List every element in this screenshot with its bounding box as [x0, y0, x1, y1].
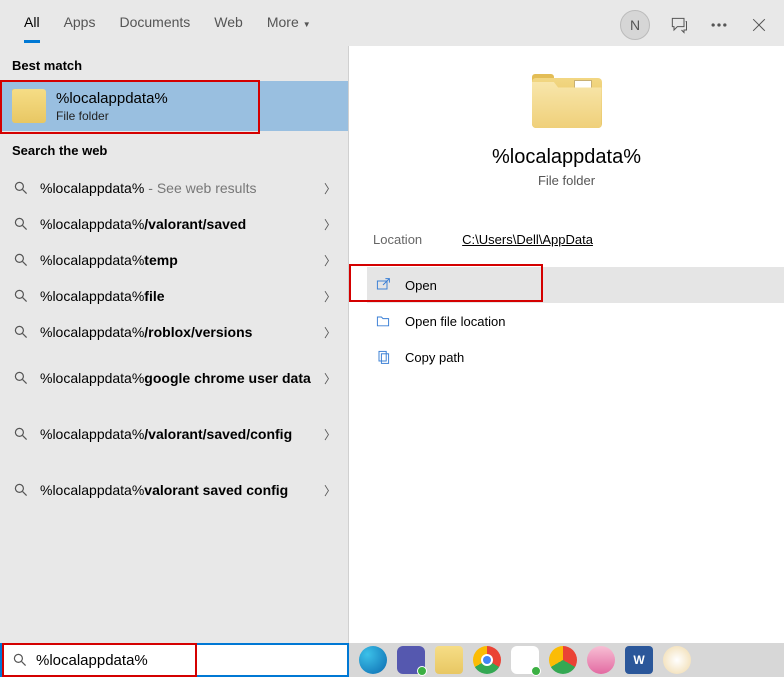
search-icon: [12, 370, 30, 386]
web-results-list: %localappdata% - See web results 〉 %loca…: [0, 166, 348, 518]
web-result[interactable]: %localappdata%/roblox/versions 〉: [0, 314, 348, 350]
best-match-label: Best match: [0, 46, 348, 81]
top-tabs: All Apps Documents Web More ▼: [10, 0, 311, 43]
web-result[interactable]: %localappdata% temp 〉: [0, 242, 348, 278]
best-match-title: %localappdata%: [56, 90, 168, 107]
header-bar: All Apps Documents Web More ▼ N: [0, 0, 784, 46]
feedback-icon[interactable]: [668, 14, 690, 36]
tab-all[interactable]: All: [24, 14, 40, 43]
taskbar-app-icon[interactable]: [587, 646, 615, 674]
chevron-right-icon: 〉: [324, 426, 336, 443]
chevron-right-icon: 〉: [324, 252, 336, 269]
tab-more-label: More: [267, 14, 299, 30]
action-open-label: Open: [405, 278, 437, 293]
chevron-right-icon: 〉: [324, 288, 336, 305]
preview-actions: Open Open file location Copy path: [349, 267, 784, 375]
chevron-right-icon: 〉: [324, 324, 336, 341]
avatar[interactable]: N: [620, 10, 650, 40]
action-copy-path[interactable]: Copy path: [367, 339, 784, 375]
folder-icon-large: [532, 74, 602, 128]
preview-panel: %localappdata% File folder Location C:\U…: [349, 46, 784, 643]
search-icon: [12, 652, 28, 668]
tab-apps[interactable]: Apps: [64, 14, 96, 43]
taskbar-chrome-icon[interactable]: [473, 646, 501, 674]
web-result[interactable]: %localappdata% - See web results 〉: [0, 170, 348, 206]
chevron-right-icon: 〉: [324, 216, 336, 233]
location-row: Location C:\Users\Dell\AppData: [349, 198, 784, 267]
web-result[interactable]: %localappdata%/valorant/saved 〉: [0, 206, 348, 242]
preview-header: %localappdata% File folder: [349, 46, 784, 198]
action-open-location[interactable]: Open file location: [367, 303, 784, 339]
search-icon: [12, 426, 30, 442]
search-box[interactable]: [0, 643, 349, 677]
tab-more[interactable]: More ▼: [267, 14, 311, 43]
search-icon: [12, 482, 30, 498]
chevron-right-icon: 〉: [324, 370, 336, 387]
folder-open-icon: [375, 313, 391, 329]
search-icon: [12, 324, 30, 340]
action-open-location-label: Open file location: [405, 314, 505, 329]
preview-title: %localappdata%: [492, 146, 641, 169]
location-label: Location: [373, 232, 422, 247]
taskbar: W: [349, 643, 784, 677]
taskbar-slack-icon[interactable]: [511, 646, 539, 674]
chevron-right-icon: 〉: [324, 180, 336, 197]
preview-subtitle: File folder: [538, 173, 595, 188]
taskbar-word-icon[interactable]: W: [625, 646, 653, 674]
taskbar-chrome-beta-icon[interactable]: [549, 646, 577, 674]
header-right: N: [620, 10, 770, 40]
search-icon: [12, 252, 30, 268]
close-icon[interactable]: [748, 14, 770, 36]
search-web-label: Search the web: [0, 131, 348, 166]
web-result[interactable]: %localappdata% file 〉: [0, 278, 348, 314]
search-icon: [12, 216, 30, 232]
open-icon: [375, 277, 391, 293]
more-options-icon[interactable]: [708, 14, 730, 36]
main-split: Best match %localappdata% File folder Se…: [0, 46, 784, 643]
tab-documents[interactable]: Documents: [119, 14, 190, 43]
web-result[interactable]: %localappdata% valorant saved config 〉: [0, 462, 348, 518]
action-copy-path-label: Copy path: [405, 350, 464, 365]
tab-web[interactable]: Web: [214, 14, 243, 43]
bottom-bar: W: [0, 643, 784, 677]
taskbar-paint-icon[interactable]: [663, 646, 691, 674]
chevron-down-icon: ▼: [303, 20, 311, 29]
action-open[interactable]: Open: [367, 267, 784, 303]
results-panel: Best match %localappdata% File folder Se…: [0, 46, 349, 643]
web-result[interactable]: %localappdata% google chrome user data 〉: [0, 350, 348, 406]
chevron-right-icon: 〉: [324, 482, 336, 499]
copy-icon: [375, 349, 391, 365]
taskbar-edge-icon[interactable]: [359, 646, 387, 674]
search-input[interactable]: [36, 652, 337, 669]
search-icon: [12, 288, 30, 304]
web-result[interactable]: %localappdata%/valorant/saved/config 〉: [0, 406, 348, 462]
best-match-result[interactable]: %localappdata% File folder: [0, 81, 348, 131]
location-link[interactable]: C:\Users\Dell\AppData: [462, 232, 593, 247]
search-icon: [12, 180, 30, 196]
folder-icon: [12, 89, 46, 123]
taskbar-explorer-icon[interactable]: [435, 646, 463, 674]
best-match-subtitle: File folder: [56, 109, 168, 123]
taskbar-teams-icon[interactable]: [397, 646, 425, 674]
